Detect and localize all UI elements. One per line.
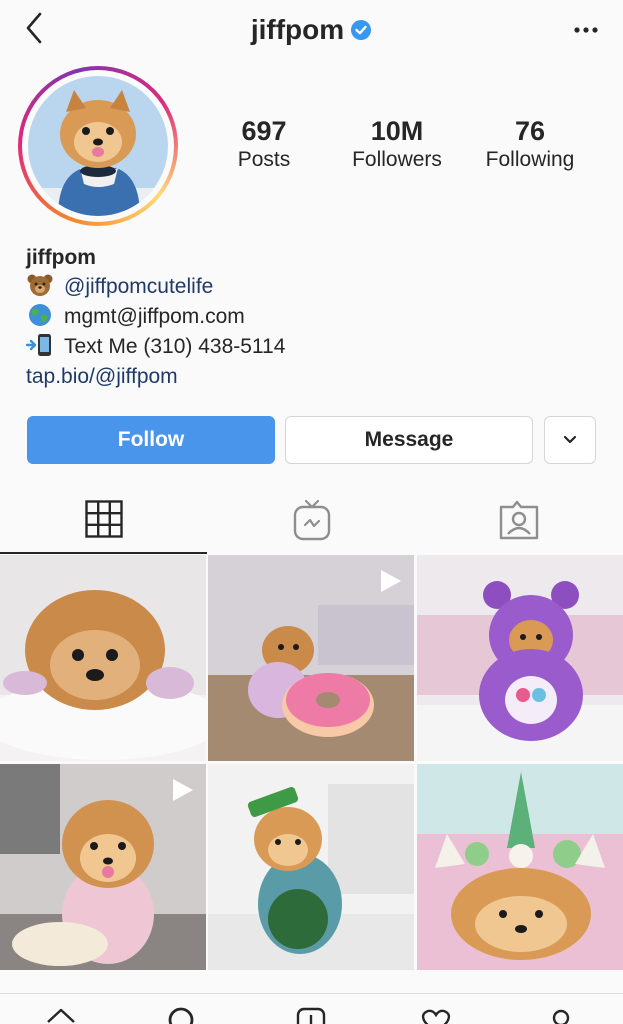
- avatar: [28, 76, 168, 216]
- video-icon: [381, 570, 401, 592]
- post-thumbnail[interactable]: [208, 764, 414, 970]
- top-bar: jiffpom: [0, 0, 623, 62]
- igtv-icon: [293, 499, 330, 541]
- followers-count-value: 10M: [370, 116, 424, 146]
- home-icon[interactable]: [45, 1006, 77, 1024]
- chevron-down-icon: [563, 435, 577, 444]
- activity-icon[interactable]: [420, 1006, 452, 1024]
- post-thumbnail[interactable]: [0, 555, 206, 761]
- tab-igtv[interactable]: [208, 486, 415, 554]
- posts-count-label: Posts: [237, 148, 291, 171]
- bio-name: jiffpom: [26, 246, 96, 269]
- followers-count[interactable]: 10M Followers: [332, 115, 462, 173]
- profile-header: jiffpom: [0, 14, 623, 46]
- post-thumbnail[interactable]: [417, 764, 623, 970]
- post-thumbnail[interactable]: [208, 555, 414, 761]
- more-horizontal-icon[interactable]: [571, 18, 601, 42]
- globe-emoji: [29, 304, 51, 326]
- bear-emoji: [27, 274, 53, 296]
- post-thumbnail[interactable]: [0, 764, 206, 970]
- tagged-icon: [499, 500, 538, 540]
- story-ring[interactable]: [18, 66, 178, 226]
- profile-tabs: [0, 486, 623, 554]
- video-icon: [173, 779, 193, 801]
- post-thumbnail[interactable]: [417, 555, 623, 761]
- tab-tagged[interactable]: [415, 486, 622, 554]
- following-count-value: 76: [514, 116, 546, 146]
- message-button[interactable]: Message: [285, 416, 533, 464]
- posts-count[interactable]: 697 Posts: [199, 115, 329, 173]
- followers-count-label: Followers: [352, 148, 442, 171]
- profile-icon[interactable]: [545, 1006, 577, 1024]
- following-count[interactable]: 76 Following: [465, 115, 595, 173]
- follow-button[interactable]: Follow: [27, 416, 275, 464]
- bio-line-mention: @jiffpomcutelife: [26, 272, 606, 302]
- bio-website-link[interactable]: tap.bio/@jiffpom: [26, 365, 178, 388]
- bio-line-email: mgmt@jiffpom.com: [26, 302, 606, 332]
- bio-mention-link[interactable]: @jiffpomcutelife: [64, 275, 213, 298]
- profile-username-title: jiffpom: [250, 14, 345, 45]
- following-count-label: Following: [485, 148, 575, 171]
- posts-count-value: 697: [241, 116, 287, 146]
- bottom-navigation: [0, 993, 623, 1024]
- bio-line-phone: Text Me (310) 438-5114: [26, 332, 606, 362]
- grid-icon: [84, 500, 123, 538]
- search-icon[interactable]: [166, 1006, 198, 1024]
- profile-bio: jiffpom @jiffpomcutelife mgmt@jiffpom.co…: [26, 244, 606, 392]
- tab-grid[interactable]: [0, 486, 207, 554]
- bio-email: mgmt@jiffpom.com: [64, 305, 245, 328]
- suggested-dropdown-button[interactable]: [544, 416, 596, 464]
- phone-emoji: [26, 334, 51, 356]
- verified-badge-icon: [351, 20, 372, 40]
- new-post-icon[interactable]: [295, 1006, 327, 1024]
- bio-phone: Text Me (310) 438-5114: [64, 335, 286, 358]
